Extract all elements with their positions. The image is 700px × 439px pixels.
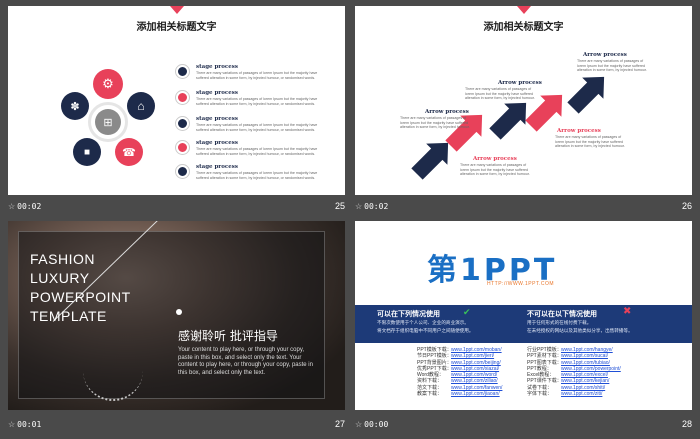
arrow-label-2: Arrow process: [473, 156, 517, 162]
stage-text: There are many variations of passages of…: [196, 123, 318, 132]
arrow-step-5: [567, 76, 605, 114]
slide-meta-27: ☆ 00:01 27: [8, 416, 345, 432]
link-row[interactable]: 教案下载： www.1ppt.com/jiaoan/: [417, 391, 502, 397]
can-use-title: 可以在下列情况使用: [377, 311, 440, 318]
links-right: 行业PPT模板：www.1ppt.com/hangye/ PPT素材下载：www…: [527, 347, 621, 397]
title-marker: [170, 6, 184, 14]
arrow-text-5: There are many variations of passages of…: [577, 59, 647, 73]
slide-number: 28: [681, 419, 692, 429]
paw-node: ✽: [61, 92, 89, 120]
stage-dot: [176, 141, 189, 154]
can-use-line: 不限次数使用于个人公司、企业的商业演示。: [377, 320, 469, 325]
arrow-label-5: Arrow process: [583, 52, 627, 58]
transition-star-icon: ☆: [8, 419, 16, 429]
stage-title: stage process: [196, 116, 238, 122]
slide-number: 26: [681, 201, 692, 211]
slide-timing: 00:02: [17, 201, 42, 211]
stage-title: stage process: [196, 90, 238, 96]
slide-thumbnail-26[interactable]: 添加相关标题文字 Arrow process There are many va…: [355, 6, 692, 195]
stage-title: stage process: [196, 64, 238, 70]
sitemap-icon: ⊞: [95, 109, 121, 135]
arrow-text-4: There are many variations of passages of…: [555, 135, 625, 149]
slide-thumbnail-27[interactable]: FASHION LUXURY POWERPOINT TEMPLATE 感谢聆听 …: [8, 221, 345, 410]
cannot-use-title: 不可以在以下情况使用: [527, 311, 597, 318]
arrow-text-1: There are many variations of passages of…: [400, 116, 470, 130]
slide-timing: 00:01: [17, 419, 42, 429]
slide-thumbnail-28[interactable]: 第1PPT HTTP://WWW.1PPT.COM 可以在下列情况使用 ✔ 不限…: [355, 221, 692, 410]
arrow-text-2: There are many variations of passages of…: [460, 163, 530, 177]
slide-timing: 00:02: [364, 201, 389, 211]
check-icon: ✔: [463, 307, 471, 317]
hub-center: ⊞: [88, 102, 128, 142]
slide-title: 添加相关标题文字: [136, 22, 217, 33]
arrow-label-1: Arrow process: [425, 109, 469, 115]
stage-dot: [176, 117, 189, 130]
stage-title: stage process: [196, 140, 238, 146]
phone-icon: ☎: [122, 146, 136, 159]
stage-dot: [176, 65, 189, 78]
transition-star-icon: ☆: [8, 201, 16, 211]
slide-number: 27: [334, 419, 345, 429]
usage-banner: 可以在下列情况使用 ✔ 不限次数使用于个人公司、企业的商业演示。 将文档存于组织…: [355, 305, 692, 343]
arrow-label-4: Arrow process: [557, 128, 601, 134]
slide-meta-28: ☆ 00:00 28: [355, 416, 692, 432]
stage-dot: [176, 91, 189, 104]
link-row[interactable]: 字体下载： www.1ppt.com/ziti/: [527, 391, 621, 397]
arrow-text-3: There are many variations of passages of…: [465, 87, 535, 101]
links-left: PPT模板下载：www.1ppt.com/moban/ 节日PPT模板：www.…: [417, 347, 502, 397]
slide-number: 25: [334, 201, 345, 211]
stage-title: stage process: [196, 164, 238, 170]
template-heading: FASHION LUXURY POWERPOINT TEMPLATE: [30, 250, 131, 326]
cross-icon: ✖: [623, 306, 632, 317]
home-icon: ⌂: [137, 99, 145, 113]
video-camera-icon: ■: [83, 146, 91, 158]
heading-line: POWERPOINT: [30, 289, 131, 305]
stage-text: There are many variations of passages of…: [196, 171, 318, 180]
phone-node: ☎: [115, 138, 143, 166]
slide-thumbnail-25[interactable]: 添加相关标题文字 ⊞ ⚙ ✽ ⌂ ■ ☎ stage process There…: [8, 6, 345, 195]
accent-dot: [176, 309, 182, 315]
heading-line: TEMPLATE: [30, 308, 107, 324]
gear-icon: ⚙: [102, 76, 114, 91]
stage-text: There are many variations of passages of…: [196, 147, 318, 156]
slide-meta-25: ☆ 00:02 25: [8, 198, 345, 214]
process-hub-diagram: ⊞ ⚙ ✽ ⌂ ■ ☎: [58, 69, 158, 172]
cannot-use-line: 在未经授权的网站以及其他类似分享，出售转播等。: [527, 328, 633, 333]
stage-text: There are many variations of passages of…: [196, 71, 318, 80]
stage-dot: [176, 165, 189, 178]
paw-icon: ✽: [70, 100, 80, 113]
can-use-line: 将文档存于组织电脑中不同用户之间随便使用。: [377, 328, 474, 333]
stage-text: There are many variations of passages of…: [196, 97, 318, 106]
slide-timing: 00:00: [364, 419, 389, 429]
body-text: Your content to play here, or through yo…: [178, 347, 313, 376]
arrow-label-3: Arrow process: [498, 80, 542, 86]
heading-line: LUXURY: [30, 270, 90, 286]
cannot-use-line: 用于任何形式的在线付费下载。: [527, 320, 592, 325]
home-node: ⌂: [127, 92, 155, 120]
video-node: ■: [73, 138, 101, 166]
thanks-text: 感谢聆听 批评指导: [178, 329, 278, 343]
slide-meta-26: ☆ 00:02 26: [355, 198, 692, 214]
logo-url: HTTP://WWW.1PPT.COM: [487, 281, 554, 287]
transition-star-icon: ☆: [355, 201, 363, 211]
gear-node: ⚙: [93, 69, 123, 99]
transition-star-icon: ☆: [355, 419, 363, 429]
heading-line: FASHION: [30, 251, 95, 267]
